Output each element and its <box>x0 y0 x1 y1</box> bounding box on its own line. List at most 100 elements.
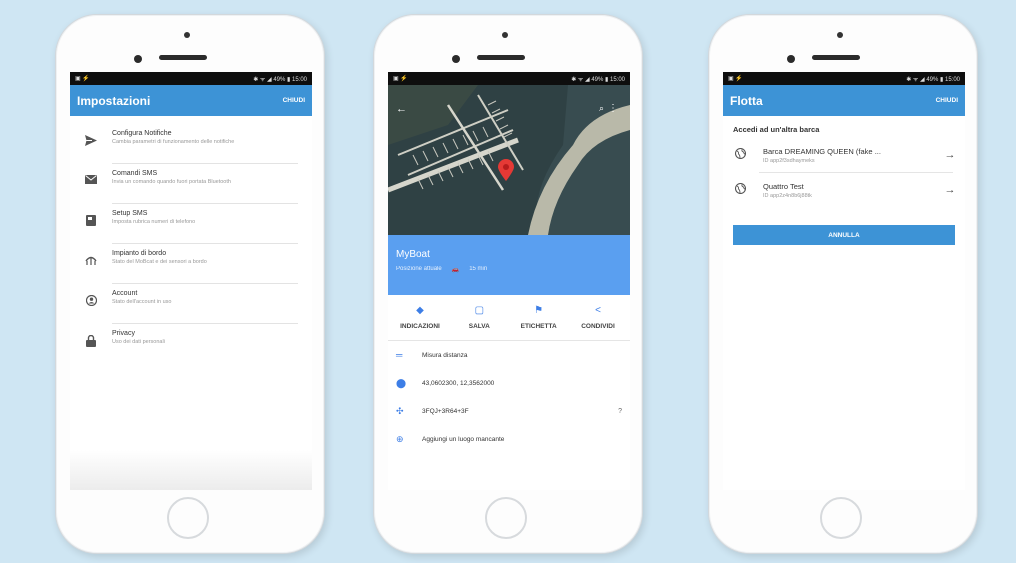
front-camera <box>837 32 843 38</box>
place-actions: ◆ INDICAZIONI ▢ SALVA ⚑ ETICHETTA < COND… <box>388 295 630 334</box>
boat-icon <box>70 249 112 266</box>
home-button[interactable] <box>485 497 527 539</box>
status-right: ✱ ᯤ ◢ 49% ▮ 15:00 <box>906 76 960 83</box>
share-icon: < <box>595 305 601 316</box>
map-screen: ▣ ⚡ ✱ ᯤ ◢ 49% ▮ 15:00 ← ⌕ ⋮ MyBoat Posiz… <box>388 72 630 490</box>
settings-item-notifications[interactable]: Configura Notifiche Cambia parametri di f… <box>70 124 312 164</box>
action-label: SALVA <box>468 323 490 330</box>
bottom-shade <box>70 450 312 490</box>
back-arrow-icon[interactable]: ← <box>396 103 407 115</box>
proximity-sensor <box>452 55 460 63</box>
settings-item-account[interactable]: Account Stato dell'account in uso <box>70 284 312 324</box>
phone-map: ▣ ⚡ ✱ ᯤ ◢ 49% ▮ 15:00 ← ⌕ ⋮ MyBoat Posiz… <box>373 14 643 554</box>
settings-item-desc: Cambia parametri di funzionamento delle … <box>112 139 235 145</box>
fleet-app-bar: Flotta CHIUDI <box>723 85 965 116</box>
settings-item-title: Impianto di bordo <box>112 250 167 257</box>
earpiece-speaker <box>159 55 207 60</box>
status-left: ▣ ⚡ <box>728 76 743 82</box>
status-left: ▣ ⚡ <box>393 76 408 82</box>
boat-id: ID app2z4n8b6j88tk <box>763 192 812 199</box>
action-label: ETICHETTA <box>520 323 557 330</box>
front-camera <box>184 32 190 38</box>
settings-item-onboard-system[interactable]: Impianto di bordo Stato del MoBcat e dei … <box>70 244 312 284</box>
bookmark-icon: ▢ <box>474 305 485 316</box>
boat-item[interactable]: Quattro Test ID app2z4n8b6j88tk → <box>723 173 965 207</box>
settings-item-sms-commands[interactable]: Comandi SMS Invia un comando quando fuori… <box>70 164 312 204</box>
car-icon: 🚗 <box>451 267 460 273</box>
pluscode-icon: ✣ <box>396 405 404 416</box>
coordinates-row[interactable]: ⬤ 43,0602300, 12,3562000 <box>388 369 630 397</box>
info-text: Aggiungi un luogo mancante <box>422 435 505 443</box>
close-button[interactable]: CHIUDI <box>283 97 305 104</box>
share-button[interactable]: < CONDIVIDI <box>570 305 626 330</box>
page-title: Impostazioni <box>77 93 151 108</box>
location-pin-icon <box>498 159 514 181</box>
settings-item-title: Privacy <box>112 330 135 337</box>
proximity-sensor <box>134 55 142 63</box>
add-place-icon: ⊕ <box>396 433 404 444</box>
label-button[interactable]: ⚑ ETICHETTA <box>511 305 567 330</box>
search-icon[interactable]: ⌕ <box>599 103 604 114</box>
settings-screen: ▣ ⚡ ✱ ᯤ ◢ 49% ▮ 15:00 Impostazioni CHIUD… <box>70 72 312 490</box>
info-text: 3FQJ+3R64+3F <box>422 407 469 415</box>
action-label: INDICAZIONI <box>400 323 440 330</box>
phone-fleet: ▣ ⚡ ✱ ᯤ ◢ 49% ▮ 15:00 Flotta CHIUDI Acce… <box>708 14 978 554</box>
home-button[interactable] <box>167 497 209 539</box>
globe-icon <box>734 182 763 197</box>
info-text: 43,0602300, 12,3562000 <box>422 379 495 387</box>
settings-item-title: Configura Notifiche <box>112 130 172 137</box>
settings-item-desc: Uso dei dati personali <box>112 339 165 345</box>
settings-item-desc: Stato dell'account in uso <box>112 299 172 305</box>
boat-name: Barca DREAMING QUEEN (fake ... <box>763 146 881 156</box>
arrow-right-icon[interactable]: → <box>941 149 959 161</box>
front-camera <box>502 32 508 38</box>
info-text: Misura distanza <box>422 351 468 359</box>
account-icon <box>70 289 112 306</box>
status-bar: ▣ ⚡ ✱ ᯤ ◢ 49% ▮ 15:00 <box>723 72 965 85</box>
more-vert-icon[interactable]: ⋮ <box>608 103 618 114</box>
home-button[interactable] <box>820 497 862 539</box>
settings-item-desc: Imposta rubrica numeri di telefono <box>112 219 196 225</box>
arrow-right-icon[interactable]: → <box>941 184 959 196</box>
phone-settings: ▣ ⚡ ✱ ᯤ ◢ 49% ▮ 15:00 Impostazioni CHIUD… <box>55 14 325 554</box>
travel-time: 15 min <box>469 266 488 272</box>
flag-icon: ⚑ <box>534 305 544 316</box>
add-place-row[interactable]: ⊕ Aggiungi un luogo mancante <box>388 425 630 453</box>
help-icon[interactable]: ? <box>618 408 622 415</box>
satellite-map[interactable]: ← ⌕ ⋮ <box>388 85 630 235</box>
boat-item[interactable]: Barca DREAMING QUEEN (fake ... ID app2f3… <box>723 138 965 172</box>
settings-item-title: Setup SMS <box>112 210 148 217</box>
close-button[interactable]: CHIUDI <box>936 97 958 104</box>
status-bar: ▣ ⚡ ✱ ᯤ ◢ 49% ▮ 15:00 <box>388 72 630 85</box>
status-right: ✱ ᯤ ◢ 49% ▮ 15:00 <box>253 76 307 83</box>
place-header: MyBoat Posizione attuale 🚗 15 min <box>388 235 630 295</box>
boat-id: ID app2f3sdhaymeks <box>763 157 815 164</box>
proximity-sensor <box>787 55 795 63</box>
status-right: ✱ ᯤ ◢ 49% ▮ 15:00 <box>571 76 625 83</box>
place-name: MyBoat <box>396 249 430 260</box>
settings-app-bar: Impostazioni CHIUDI <box>70 85 312 116</box>
settings-item-desc: Invia un comando quando fuori portata Bl… <box>112 179 231 185</box>
settings-item-privacy[interactable]: Privacy Uso dei dati personali <box>70 324 312 364</box>
directions-button[interactable]: ◆ INDICAZIONI <box>392 305 448 330</box>
status-left: ▣ ⚡ <box>75 76 90 82</box>
page-title: Flotta <box>730 93 763 108</box>
fleet-screen: ▣ ⚡ ✱ ᯤ ◢ 49% ▮ 15:00 Flotta CHIUDI Acce… <box>723 72 965 490</box>
plus-code-row[interactable]: ✣ 3FQJ+3R64+3F ? <box>388 397 630 425</box>
ruler-icon: ═ <box>396 350 403 360</box>
globe-icon <box>734 147 763 162</box>
settings-list: Configura Notifiche Cambia parametri di f… <box>70 116 312 364</box>
mail-icon <box>70 169 112 184</box>
earpiece-speaker <box>477 55 525 60</box>
place-sub-text: Posizione attuale <box>396 266 442 272</box>
cancel-button[interactable]: ANNULLA <box>733 225 955 245</box>
settings-item-title: Account <box>112 290 138 297</box>
boat-name: Quattro Test <box>763 181 804 191</box>
save-button[interactable]: ▢ SALVA <box>451 305 507 330</box>
action-label: CONDIVIDI <box>581 323 615 330</box>
place-subtitle: Posizione attuale 🚗 15 min <box>396 266 622 273</box>
settings-item-sms-setup[interactable]: Setup SMS Imposta rubrica numeri di telef… <box>70 204 312 244</box>
measure-distance-row[interactable]: ═ Misura distanza <box>388 341 630 369</box>
fleet-heading: Accedi ad un'altra barca <box>733 125 820 134</box>
lock-icon <box>70 329 112 347</box>
